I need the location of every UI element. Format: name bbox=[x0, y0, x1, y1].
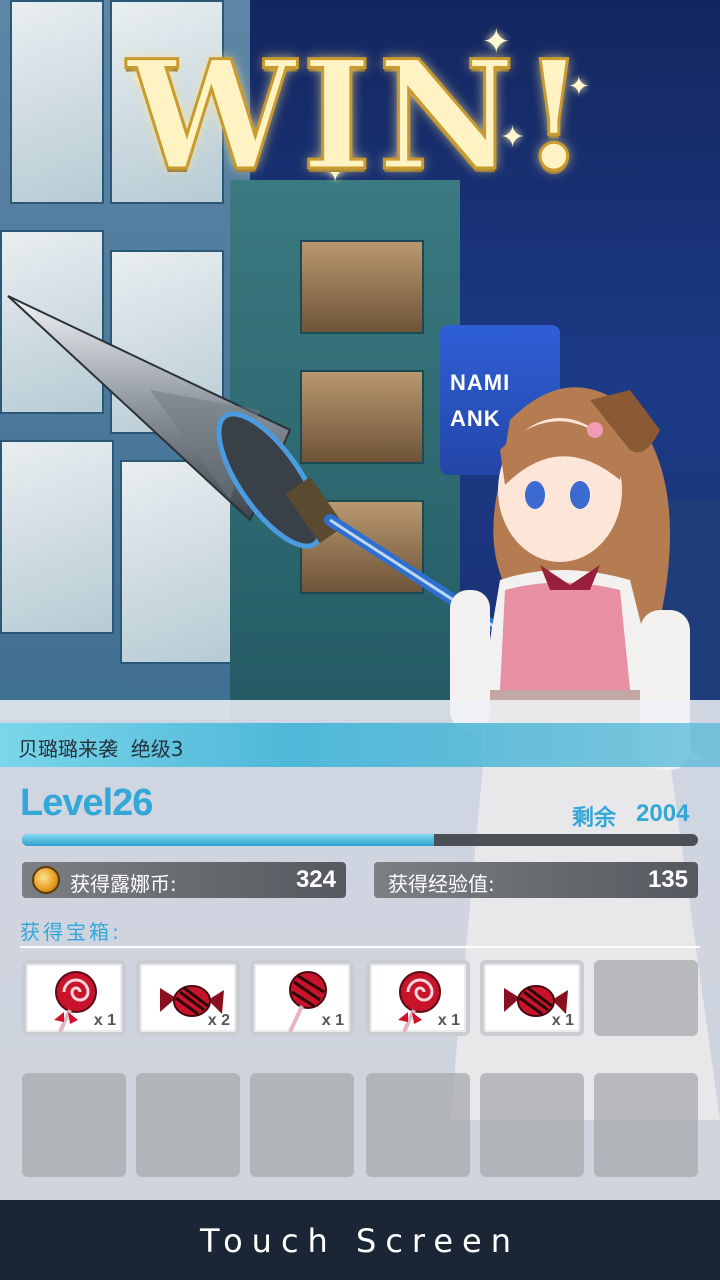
coins-reward-value: 324 bbox=[295, 866, 336, 893]
exp-progress-bar bbox=[22, 834, 698, 846]
item-quantity: x 2 bbox=[207, 1012, 230, 1029]
coins-reward-label: 获得露娜币: bbox=[70, 872, 177, 896]
coins-reward-box: 获得露娜币: 324 bbox=[22, 862, 346, 898]
reward-slot[interactable]: x 1 bbox=[250, 960, 354, 1036]
empty-slot bbox=[594, 960, 698, 1036]
item-quantity: x 1 bbox=[551, 1012, 574, 1029]
stage-name: 贝璐璐来袭 绝级3 bbox=[18, 737, 184, 761]
exp-remaining-label: 剩余 bbox=[572, 806, 617, 831]
reward-slot[interactable]: x 1 bbox=[366, 960, 470, 1036]
empty-slot bbox=[480, 1073, 584, 1177]
coin-icon bbox=[32, 866, 60, 894]
empty-slot bbox=[250, 1073, 354, 1177]
touch-screen-prompt[interactable]: Touch Screen bbox=[0, 1222, 720, 1260]
reward-slot[interactable]: x 2 bbox=[136, 960, 240, 1036]
divider bbox=[20, 946, 700, 948]
exp-progress-fill bbox=[22, 834, 435, 846]
item-quantity: x 1 bbox=[93, 1012, 116, 1029]
exp-reward-box: 获得经验值: 135 bbox=[374, 862, 698, 898]
empty-slot bbox=[594, 1073, 698, 1177]
victory-title: WIN! bbox=[126, 27, 593, 206]
empty-slot bbox=[136, 1073, 240, 1177]
exp-reward-value: 135 bbox=[647, 866, 688, 893]
item-quantity: x 1 bbox=[437, 1012, 460, 1029]
exp-remaining-value: 2004 bbox=[636, 800, 690, 827]
chest-label: 获得宝箱: bbox=[20, 920, 122, 944]
empty-slot bbox=[366, 1073, 470, 1177]
reward-slot[interactable]: x 1 bbox=[22, 960, 126, 1036]
player-level: Level26 bbox=[20, 782, 153, 824]
reward-slot[interactable]: x 1 bbox=[480, 960, 584, 1036]
empty-slot bbox=[22, 1073, 126, 1177]
exp-reward-label: 获得经验值: bbox=[388, 872, 495, 896]
item-quantity: x 1 bbox=[321, 1012, 344, 1029]
